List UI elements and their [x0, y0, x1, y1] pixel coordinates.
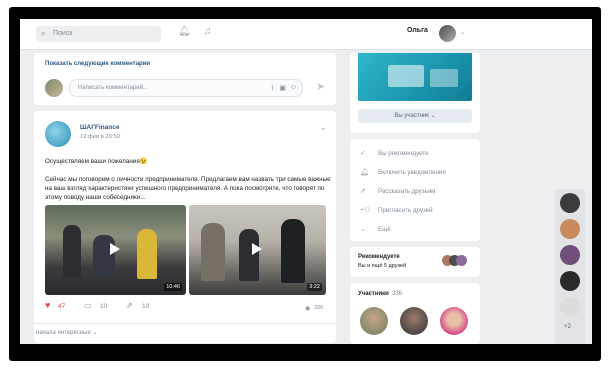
- friend-strip-avatar[interactable]: [560, 245, 580, 265]
- recommend-card[interactable]: Рекомендуете Вы и ещё 5 друзей: [350, 247, 480, 277]
- recommend-friends: Вы и ещё 5 друзей: [358, 263, 407, 269]
- chevron-down-icon: ⌄: [430, 113, 436, 119]
- menu-item-more[interactable]: Ещё: [378, 226, 391, 233]
- show-next-comments-link[interactable]: Показать следующие комментарии: [45, 61, 150, 67]
- user-avatar[interactable]: [439, 25, 456, 42]
- like-heart-icon[interactable]: ♥: [45, 300, 50, 310]
- attach-icon[interactable]: ⌇: [271, 84, 274, 92]
- post-title: Осуществляем ваши пожелания😉: [45, 158, 148, 165]
- group-actions-card: ✓ Вы рекомендуете 🔔︎ Включить уведомлени…: [350, 139, 480, 241]
- member-avatar[interactable]: [440, 307, 468, 335]
- figure: [201, 223, 225, 281]
- group-cover-card: Вы участник ⌄: [350, 53, 480, 133]
- comments-card: Показать следующие комментарии Написать …: [34, 53, 336, 105]
- cover-illustration: [388, 65, 424, 87]
- figure: [93, 235, 115, 275]
- friend-strip-avatar[interactable]: [560, 193, 580, 213]
- play-icon[interactable]: [252, 243, 262, 255]
- friend-avatar: [456, 255, 467, 266]
- user-name[interactable]: Ольга: [407, 27, 428, 34]
- music-icon[interactable]: ♫: [204, 26, 212, 37]
- share-icon: ⇗: [360, 188, 366, 195]
- play-icon[interactable]: [110, 243, 120, 255]
- sort-comments-label: начала интересные: [36, 330, 91, 336]
- add-user-icon: +⚇: [360, 207, 371, 214]
- menu-item-recommend[interactable]: Вы рекомендуете: [378, 150, 429, 157]
- members-title[interactable]: Участники: [358, 291, 389, 297]
- group-cover-image: [358, 53, 472, 101]
- figure: [239, 229, 259, 281]
- search-placeholder: Поиск: [53, 30, 73, 37]
- menu-item-tell-friends[interactable]: Рассказать друзьям: [378, 188, 435, 195]
- bell-icon[interactable]: 🔔︎: [178, 26, 191, 37]
- group-logo[interactable]: [45, 121, 71, 147]
- comment-icon[interactable]: ▭: [84, 301, 92, 310]
- share-count[interactable]: 10: [142, 303, 149, 310]
- video-thumbnail-1[interactable]: 10:46: [45, 205, 186, 295]
- search-icon: ⌕: [41, 29, 46, 38]
- eye-icon: ◉: [305, 306, 311, 312]
- bell-icon: 🔔︎: [360, 169, 369, 176]
- member-status-button[interactable]: Вы участник ⌄: [358, 109, 472, 123]
- video-thumbnail-2[interactable]: 3:22: [189, 205, 326, 295]
- members-card: Участники 336: [350, 283, 480, 344]
- emoji-icon[interactable]: ☺: [290, 84, 297, 91]
- member-status-label: Вы участник: [394, 113, 429, 119]
- figure: [281, 219, 305, 283]
- comment-count[interactable]: 10: [100, 303, 107, 310]
- view-count: 336: [314, 305, 324, 311]
- post-date[interactable]: 12 фев в 20:50: [80, 134, 120, 140]
- figure: [63, 225, 81, 277]
- video-duration: 3:22: [307, 283, 322, 291]
- cover-illustration: [430, 69, 458, 87]
- top-bar: ⌕ Поиск 🔔︎ ♫ Ольга ⌄: [20, 19, 592, 50]
- sort-comments-link[interactable]: начала интересные ⌄: [36, 329, 98, 336]
- figure: [137, 229, 157, 279]
- search-input[interactable]: ⌕ Поиск: [36, 26, 161, 42]
- check-icon: ✓: [360, 150, 366, 157]
- menu-item-notifications[interactable]: Включить уведомления: [378, 169, 446, 176]
- commenter-avatar: [45, 79, 63, 97]
- recommend-title: Рекомендуете: [358, 254, 400, 260]
- post-author[interactable]: ШАГFinance: [80, 124, 119, 131]
- friend-strip-avatar[interactable]: [560, 271, 580, 291]
- like-count[interactable]: 47: [58, 303, 65, 310]
- camera-icon[interactable]: ▣: [279, 84, 286, 92]
- divider: [34, 323, 336, 324]
- member-avatar[interactable]: [360, 307, 388, 335]
- screen: ⌕ Поиск 🔔︎ ♫ Ольга ⌄ Показать следующие …: [20, 19, 592, 344]
- friend-strip-avatar[interactable]: [560, 219, 580, 239]
- chevron-down-icon[interactable]: ⌄: [460, 28, 466, 36]
- video-duration: 10:46: [164, 283, 182, 291]
- member-avatar[interactable]: [400, 307, 428, 335]
- friend-strip-avatar[interactable]: [560, 297, 580, 317]
- menu-item-invite-friends[interactable]: Пригласить друзей: [378, 207, 433, 214]
- send-icon[interactable]: ➤: [316, 80, 325, 93]
- post-options-chevron-icon[interactable]: ⌄: [320, 123, 327, 132]
- share-icon[interactable]: ⇗: [126, 301, 133, 310]
- comment-placeholder: Написать комментарий...: [78, 85, 149, 91]
- post-body: Сейчас мы поговорим о личности предприни…: [45, 176, 331, 201]
- chevron-down-icon: ⌄: [360, 226, 366, 233]
- friends-more-count[interactable]: +2: [564, 324, 571, 330]
- chevron-down-icon: ⌄: [92, 330, 98, 336]
- comment-input[interactable]: Написать комментарий... ⌇ ▣ ☺: [69, 79, 303, 97]
- members-count: 336: [392, 291, 403, 297]
